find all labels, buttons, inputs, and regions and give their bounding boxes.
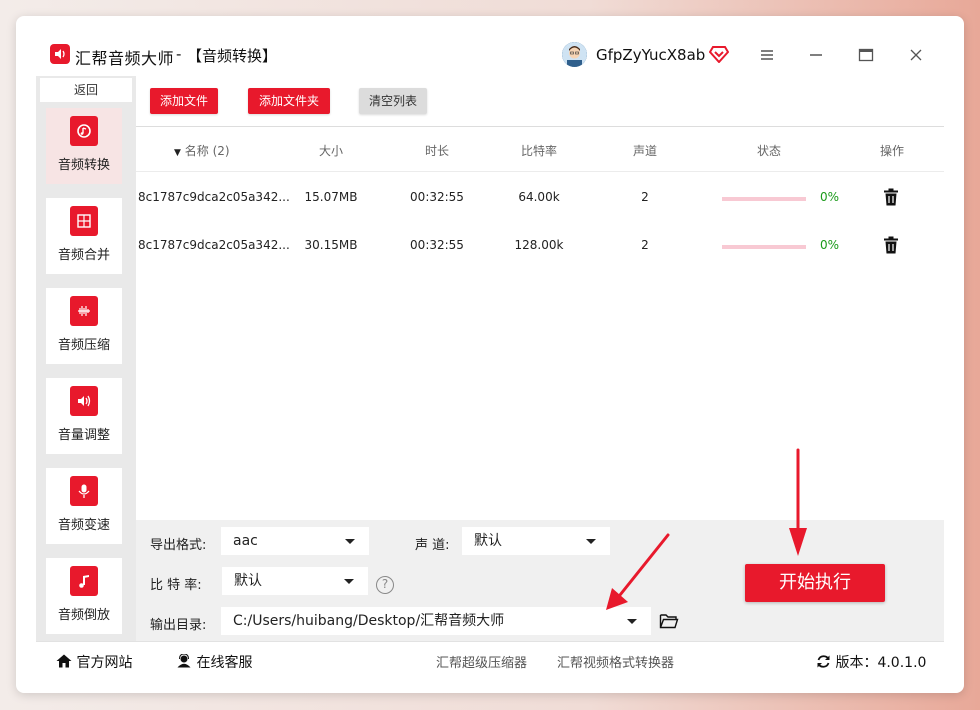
progress-bar [722, 197, 806, 201]
avatar[interactable] [562, 42, 587, 67]
clear-list-button[interactable]: 清空列表 [359, 88, 427, 114]
output-dir-select[interactable]: C:/Users/huibang/Desktop/汇帮音频大师 [221, 607, 651, 635]
sidebar-item-label: 音频合并 [57, 248, 110, 263]
channel-label: 声 道: [415, 538, 450, 553]
output-dir-value: C:/Users/huibang/Desktop/汇帮音频大师 [233, 613, 505, 629]
bitrate-label: 比 特 率: [150, 578, 202, 593]
file-name: 8c1787c9dca2c05a342... [138, 190, 290, 204]
version-info[interactable]: 版本：4.0.1.0 [816, 652, 926, 672]
bitrate-value: 默认 [234, 573, 262, 589]
trash-icon[interactable] [883, 236, 899, 254]
output-dir-label: 输出目录: [150, 618, 207, 633]
column-header-status: 状态 [756, 144, 781, 158]
trash-icon[interactable] [883, 188, 899, 206]
progress-percent: 0% [820, 238, 840, 252]
chevron-down-icon [345, 539, 355, 544]
refresh-icon [816, 655, 835, 671]
minimize-icon[interactable] [807, 46, 825, 64]
table-row[interactable]: 8c1787c9dca2c05a342... 15.07MB 00:32:55 … [136, 174, 944, 222]
channel-select[interactable]: 默认 [462, 527, 610, 555]
online-support-link[interactable]: 在线客服 [176, 652, 252, 672]
chevron-down-icon [627, 619, 637, 624]
file-bitrate: 128.00k [514, 238, 564, 252]
annotation-arrow-icon [789, 448, 807, 556]
app-logo-icon [50, 44, 70, 64]
title-bar: 汇帮音频大师 - 【音频转换】 GfpZyYucX8ab [16, 16, 964, 76]
file-bitrate: 64.00k [518, 190, 560, 204]
sort-down-icon: ▼ [174, 148, 181, 158]
sidebar-item-label: 音频压缩 [57, 338, 110, 353]
volume-adjust-icon [70, 386, 98, 416]
audio-reverse-icon [70, 566, 98, 596]
close-icon[interactable] [907, 46, 925, 64]
column-header-actions: 操作 [879, 144, 904, 158]
sidebar-item-audio-reverse[interactable]: 音频倒放 [46, 558, 122, 634]
file-table: ▼ 名称 (2) 大小 时长 比特率 声道 状态 操作 8c1787c9dca2… [136, 128, 944, 520]
audio-convert-icon [70, 116, 98, 146]
app-title: 汇帮音频大师 [75, 49, 175, 68]
bitrate-select[interactable]: 默认 [222, 567, 368, 595]
column-header-bitrate: 比特率 [520, 144, 557, 158]
audio-merge-icon [70, 206, 98, 236]
chevron-down-icon [344, 579, 354, 584]
username[interactable]: GfpZyYucX8ab [596, 46, 705, 64]
format-label: 导出格式: [150, 538, 207, 553]
start-button[interactable]: 开始执行 [745, 564, 885, 602]
chevron-down-icon [586, 539, 596, 544]
sidebar-item-label: 音频变速 [57, 518, 110, 533]
column-header-channels: 声道 [632, 144, 657, 158]
settings-panel: 导出格式: aac 声 道: 默认 比 特 率: 默认 ? 输出目录: C:/U… [136, 520, 944, 641]
app-window: 汇帮音频大师 - 【音频转换】 GfpZyYucX8ab 返回 音频转换 音频合… [16, 16, 964, 693]
add-folder-button[interactable]: 添加文件夹 [248, 88, 330, 114]
table-row[interactable]: 8c1787c9dca2c05a342... 30.15MB 00:32:55 … [136, 222, 944, 270]
footer: 官方网站 在线客服 汇帮超级压缩器 汇帮视频格式转换器 版本：4.0.1.0 [36, 641, 944, 677]
help-icon[interactable]: ? [376, 576, 394, 594]
format-select[interactable]: aac [221, 527, 369, 555]
file-size: 15.07MB [304, 190, 358, 204]
sidebar-item-audio-compress[interactable]: 音频压缩 [46, 288, 122, 364]
sidebar: 返回 音频转换 音频合并 音频压缩 音量调整 音频变速 音频倒放 [36, 76, 136, 641]
file-name: 8c1787c9dca2c05a342... [138, 238, 290, 252]
sidebar-item-label: 音量调整 [57, 428, 110, 443]
table-header: ▼ 名称 (2) 大小 时长 比特率 声道 状态 操作 [136, 128, 944, 172]
sidebar-item-volume-adjust[interactable]: 音量调整 [46, 378, 122, 454]
sidebar-item-label: 音频转换 [57, 158, 110, 173]
sidebar-item-label: 音频倒放 [57, 608, 110, 623]
folder-icon[interactable] [659, 612, 679, 630]
official-website-link[interactable]: 官方网站 [56, 652, 132, 672]
divider [136, 126, 944, 127]
video-converter-link[interactable]: 汇帮视频格式转换器 [557, 652, 674, 671]
toolbar: 添加文件 添加文件夹 清空列表 [136, 76, 944, 126]
title-separator: - [176, 45, 182, 63]
annotation-arrow-icon [606, 533, 670, 610]
column-header-duration: 时长 [424, 144, 449, 158]
file-size: 30.15MB [304, 238, 358, 252]
vip-diamond-icon[interactable] [708, 45, 730, 64]
super-compressor-link[interactable]: 汇帮超级压缩器 [436, 652, 527, 671]
progress-bar [722, 245, 806, 249]
audio-compress-icon [70, 296, 98, 326]
column-header-name[interactable]: ▼ 名称 (2) [174, 142, 254, 159]
back-button[interactable]: 返回 [40, 78, 132, 102]
audio-speed-icon [70, 476, 98, 506]
sidebar-item-audio-merge[interactable]: 音频合并 [46, 198, 122, 274]
file-duration: 00:32:55 [410, 190, 464, 204]
file-channels: 2 [641, 190, 649, 204]
sidebar-item-audio-speed[interactable]: 音频变速 [46, 468, 122, 544]
column-header-size: 大小 [318, 144, 343, 158]
sidebar-item-audio-convert[interactable]: 音频转换 [46, 108, 122, 184]
format-value: aac [233, 533, 258, 549]
page-title: 【音频转换】 [187, 47, 278, 65]
home-icon [56, 654, 76, 671]
file-channels: 2 [641, 238, 649, 252]
add-file-button[interactable]: 添加文件 [150, 88, 218, 114]
customer-service-icon [176, 653, 196, 671]
progress-percent: 0% [820, 190, 840, 204]
maximize-icon[interactable] [857, 46, 875, 64]
channel-value: 默认 [474, 533, 502, 549]
file-duration: 00:32:55 [410, 238, 464, 252]
menu-icon[interactable] [758, 46, 776, 64]
